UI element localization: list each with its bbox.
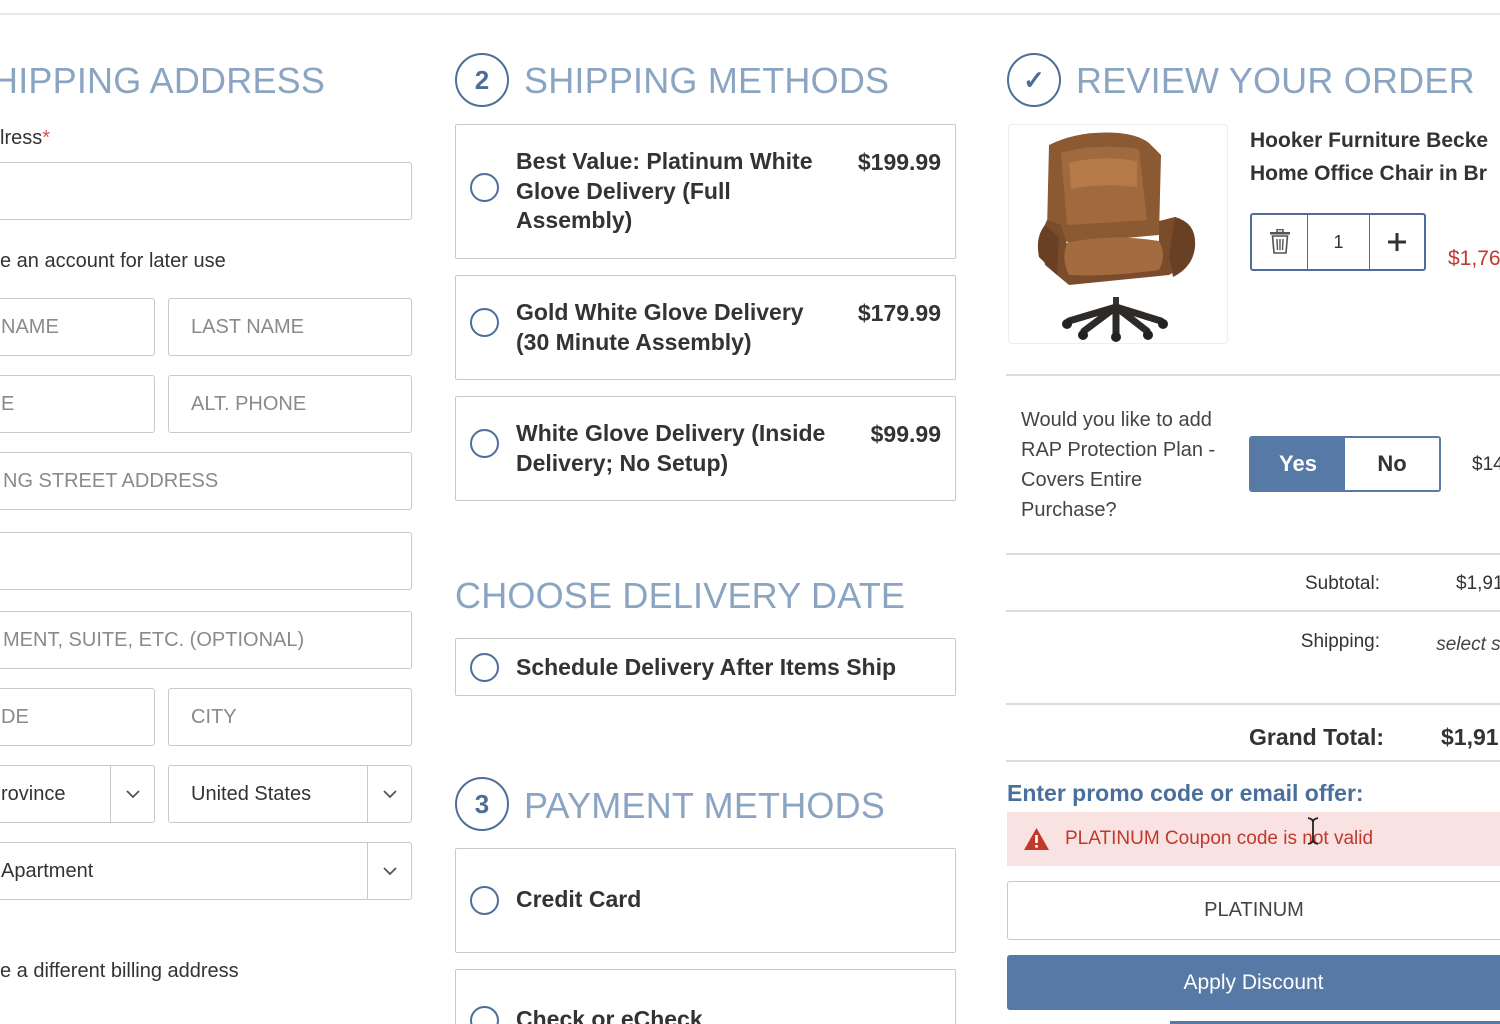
warning-icon	[1023, 827, 1050, 851]
trash-icon	[1269, 229, 1290, 254]
phone-field[interactable]: E	[0, 375, 155, 433]
payment-methods-heading: PAYMENT METHODS	[524, 785, 886, 826]
radio-button[interactable]	[470, 308, 499, 337]
subtotal-label: Subtotal:	[1305, 573, 1380, 594]
subtotal-value: $1,91	[1456, 573, 1500, 594]
address-field[interactable]	[0, 162, 412, 220]
quantity-stepper[interactable]: 1	[1250, 213, 1426, 271]
shipping-label: Shipping:	[1300, 631, 1380, 652]
last-name-field[interactable]: LAST NAME	[168, 298, 412, 356]
alt-phone-field[interactable]: ALT. PHONE	[168, 375, 412, 433]
product-price: $1,76	[1448, 247, 1500, 270]
address-type-select[interactable]: Apartment	[0, 842, 412, 900]
shipping-option-white-glove[interactable]: White Glove Delivery (Inside Delivery; N…	[455, 396, 956, 501]
shipping-option-price: $99.99	[870, 421, 941, 447]
address-label: lress*	[0, 127, 51, 149]
payment-option-check[interactable]: Check or eCheck	[455, 969, 956, 1024]
shipping-option-platinum[interactable]: Best Value: Platinum White Glove Deliver…	[455, 124, 956, 259]
chevron-down-icon	[367, 766, 411, 822]
delivery-date-option-label: Schedule Delivery After Items Ship	[516, 654, 897, 680]
apply-discount-button[interactable]: Apply Discount	[1007, 955, 1500, 1010]
product-name-line-1: Hooker Furniture Becke	[1250, 129, 1489, 152]
remove-item-button[interactable]	[1252, 215, 1308, 269]
product-name[interactable]: Hooker Furniture Becke Home Office Chair…	[1250, 124, 1488, 190]
delivery-date-heading: CHOOSE DELIVERY DATE	[455, 575, 906, 616]
delivery-date-option[interactable]: Schedule Delivery After Items Ship	[455, 638, 956, 696]
shipping-value: select ship me	[1436, 634, 1500, 689]
promo-code-input[interactable]: PLATINUM	[1007, 881, 1500, 940]
country-select[interactable]: United States	[168, 765, 412, 823]
rap-yes-button[interactable]: Yes	[1251, 438, 1345, 490]
checkmark-icon: ✓	[1007, 53, 1061, 107]
shipping-option-price: $179.99	[857, 300, 941, 326]
coupon-error-text: PLATINUM Coupon code is not valid	[1065, 828, 1374, 849]
text-cursor-icon	[1306, 816, 1320, 846]
grand-total-value: $1,91	[1441, 724, 1499, 750]
apartment-suite-field[interactable]: MENT, SUITE, ETC. (OPTIONAL)	[0, 611, 412, 669]
office-chair-image	[1037, 132, 1196, 342]
review-order-heading: REVIEW YOUR ORDER	[1076, 60, 1475, 101]
shipping-option-gold[interactable]: Gold White Glove Delivery (30 Minute Ass…	[455, 275, 956, 380]
grand-total-label: Grand Total:	[1248, 724, 1384, 750]
create-account-label[interactable]: e an account for later use	[0, 250, 226, 273]
rap-protection-question: Would you like to add RAP Protection Pla…	[1021, 409, 1216, 521]
divider	[1006, 374, 1500, 376]
different-billing-label[interactable]: e a different billing address	[0, 960, 239, 983]
city-field[interactable]: CITY	[168, 688, 412, 746]
radio-button[interactable]	[470, 653, 499, 682]
chevron-down-icon	[110, 766, 154, 822]
shipping-option-label: Gold White Glove Delivery (30 Minute Ass…	[516, 299, 804, 355]
divider	[1006, 703, 1500, 705]
top-divider	[0, 13, 1500, 15]
divider	[1006, 610, 1500, 612]
shipping-option-label: White Glove Delivery (Inside Delivery; N…	[516, 420, 826, 476]
divider	[1006, 553, 1500, 555]
payment-option-label: Credit Card	[516, 886, 642, 912]
first-name-field[interactable]: NAME	[0, 298, 155, 356]
promo-code-label: Enter promo code or email offer:	[1007, 780, 1364, 806]
radio-button[interactable]	[470, 886, 499, 915]
rap-protection-toggle[interactable]: Yes No	[1249, 436, 1441, 492]
payment-option-label: Check or eCheck	[516, 1006, 703, 1024]
rap-no-button[interactable]: No	[1345, 438, 1439, 490]
radio-button[interactable]	[470, 173, 499, 202]
street-address-field[interactable]: NG STREET ADDRESS	[0, 452, 412, 510]
coupon-error-message: PLATINUM Coupon code is not valid	[1007, 812, 1500, 866]
shipping-methods-heading: SHIPPING METHODS	[524, 60, 890, 101]
shipping-address-heading: HIPPING ADDRESS	[0, 60, 326, 101]
shipping-option-price: $199.99	[857, 149, 941, 175]
shipping-option-label: Best Value: Platinum White Glove Deliver…	[516, 148, 813, 233]
step-3-badge: 3	[455, 777, 509, 831]
payment-option-credit-card[interactable]: Credit Card	[455, 848, 956, 953]
step-2-badge: 2	[455, 53, 509, 107]
chevron-down-icon	[367, 843, 411, 899]
zip-code-field[interactable]: DE	[0, 688, 155, 746]
rap-price: $14	[1472, 454, 1500, 475]
increase-quantity-button[interactable]	[1370, 215, 1424, 269]
street-address-2-field[interactable]	[0, 532, 412, 590]
radio-button[interactable]	[470, 429, 499, 458]
divider	[1006, 760, 1500, 762]
product-name-line-2: Home Office Chair in Br	[1250, 162, 1487, 185]
quantity-value[interactable]: 1	[1308, 215, 1370, 269]
plus-icon	[1388, 233, 1406, 251]
radio-button[interactable]	[470, 1006, 499, 1024]
required-mark: *	[42, 127, 51, 149]
product-image[interactable]	[1008, 124, 1228, 344]
state-province-select[interactable]: rovince	[0, 765, 155, 823]
